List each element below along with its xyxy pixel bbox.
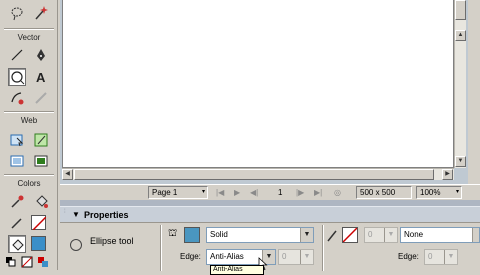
chevron-down-icon bbox=[472, 228, 479, 242]
eyedropper-icon[interactable] bbox=[8, 193, 26, 211]
collapse-arrow-icon[interactable]: ▼ bbox=[72, 210, 80, 219]
stroke-edge-label: Edge: bbox=[398, 252, 419, 261]
page-label: Page 1 bbox=[152, 188, 178, 197]
default-colors-icon[interactable] bbox=[4, 255, 16, 267]
tools-panel: Vector A Web Colors bbox=[0, 0, 58, 270]
first-frame-icon[interactable]: |◀ bbox=[216, 187, 224, 198]
scroll-up-icon[interactable]: ▲ bbox=[455, 30, 466, 41]
stroke-swatch bbox=[31, 215, 46, 230]
next-frame-icon[interactable]: |▶ bbox=[296, 187, 304, 198]
chevron-down-icon: ▼ bbox=[300, 228, 313, 242]
fill-color-button[interactable] bbox=[184, 227, 200, 243]
stroke-color-well[interactable] bbox=[30, 214, 48, 232]
chevron-down-icon: ▾ bbox=[201, 189, 205, 195]
stroke-edge-value: 0 bbox=[428, 252, 433, 261]
knife-tool-icon[interactable] bbox=[32, 89, 50, 107]
toolbar-divider bbox=[4, 111, 54, 113]
magic-wand-icon[interactable] bbox=[32, 4, 50, 22]
fill-swatch bbox=[31, 236, 46, 251]
line-tool-icon[interactable] bbox=[8, 46, 26, 64]
hide-slices-icon[interactable] bbox=[8, 152, 26, 170]
hotspot-tool-icon[interactable] bbox=[8, 131, 26, 149]
scroll-right-icon[interactable]: ▶ bbox=[442, 169, 453, 180]
fill-color-icon[interactable] bbox=[8, 235, 26, 253]
vector-section-label: Vector bbox=[17, 33, 41, 42]
properties-title: Properties bbox=[84, 210, 129, 220]
vertical-scrollbar[interactable]: ▲ ▼ bbox=[454, 0, 466, 168]
fill-bucket-icon: ⛫ bbox=[168, 228, 178, 239]
stroke-color-button[interactable] bbox=[342, 227, 358, 243]
play-icon[interactable]: ▶ bbox=[234, 187, 240, 198]
feather-amount-field[interactable]: 0 ▼ bbox=[278, 249, 314, 265]
stroke-edge-field[interactable]: 0 ▼ bbox=[424, 249, 458, 265]
lasso-tool-icon[interactable] bbox=[8, 4, 26, 22]
ellipse-tool-icon[interactable] bbox=[8, 68, 26, 86]
freeform-tool-icon[interactable] bbox=[8, 89, 26, 107]
properties-header[interactable]: ⁞ ▼ Properties bbox=[60, 206, 480, 222]
canvas-size[interactable]: 500 x 500 bbox=[356, 186, 412, 199]
gripper-icon[interactable]: ⁞ bbox=[64, 209, 66, 215]
svg-text:A: A bbox=[36, 70, 46, 85]
fill-type-select[interactable]: Solid ▼ bbox=[206, 227, 314, 243]
panel-divider bbox=[322, 225, 324, 271]
stroke-size-field[interactable]: 0 ▼ bbox=[364, 227, 398, 243]
vertical-scroll-thumb[interactable] bbox=[455, 0, 466, 20]
pencil-icon bbox=[327, 230, 337, 242]
chevron-down-icon: ▾ bbox=[455, 189, 459, 195]
previous-frame-icon[interactable]: ◀| bbox=[250, 187, 258, 198]
edge-value: Anti-Alias bbox=[210, 252, 244, 261]
loop-icon[interactable]: ◎ bbox=[334, 187, 341, 198]
toolbar-divider bbox=[4, 174, 54, 176]
panel-divider bbox=[160, 225, 162, 271]
current-frame: 1 bbox=[278, 188, 283, 197]
edge-label: Edge: bbox=[180, 252, 201, 261]
chevron-down-icon: ▼ bbox=[444, 250, 457, 264]
slice-tool-icon[interactable] bbox=[32, 131, 50, 149]
text-tool-icon[interactable]: A bbox=[32, 68, 50, 86]
properties-body: Ellipse tool ⛫ Solid ▼ Edge: Anti-Alias … bbox=[60, 222, 480, 275]
status-bar: Page 1 ▾ |◀ ▶ ◀| 1 |▶ ▶| ◎ 500 x 500 100… bbox=[60, 184, 480, 200]
colors-section-label: Colors bbox=[17, 179, 41, 188]
canvas[interactable] bbox=[62, 0, 454, 168]
chevron-down-icon: ▼ bbox=[300, 250, 313, 264]
page-selector[interactable]: Page 1 ▾ bbox=[148, 186, 208, 199]
stroke-color-icon[interactable] bbox=[8, 214, 26, 232]
tool-name: Ellipse tool bbox=[90, 236, 134, 246]
feather-value: 0 bbox=[282, 252, 287, 261]
paint-bucket-icon[interactable] bbox=[32, 193, 50, 211]
zoom-value: 100% bbox=[420, 188, 441, 197]
fill-type-value: Solid bbox=[210, 230, 228, 239]
toolbar-divider bbox=[4, 28, 54, 30]
last-frame-icon[interactable]: ▶| bbox=[314, 187, 322, 198]
show-slices-icon[interactable] bbox=[32, 152, 50, 170]
stroke-type-select[interactable]: None bbox=[400, 227, 480, 243]
horizontal-scrollbar[interactable]: ◀ ▶ bbox=[62, 168, 454, 180]
web-section-label: Web bbox=[20, 116, 38, 125]
zoom-selector[interactable]: 100% ▾ bbox=[416, 186, 462, 199]
no-color-icon[interactable] bbox=[20, 255, 33, 268]
chevron-down-icon: ▼ bbox=[384, 228, 397, 242]
scroll-left-icon[interactable]: ◀ bbox=[62, 169, 73, 180]
swap-colors-icon[interactable] bbox=[36, 255, 48, 267]
ellipse-tool-icon bbox=[70, 239, 82, 251]
stroke-type-value: None bbox=[404, 230, 424, 239]
fill-color-well[interactable] bbox=[30, 235, 48, 253]
horizontal-scroll-thumb[interactable] bbox=[74, 169, 434, 180]
edge-tooltip: Anti-Alias bbox=[210, 265, 264, 275]
scroll-down-icon[interactable]: ▼ bbox=[455, 156, 466, 167]
stroke-size-value: 0 bbox=[368, 230, 373, 239]
pen-tool-icon[interactable] bbox=[32, 46, 50, 64]
